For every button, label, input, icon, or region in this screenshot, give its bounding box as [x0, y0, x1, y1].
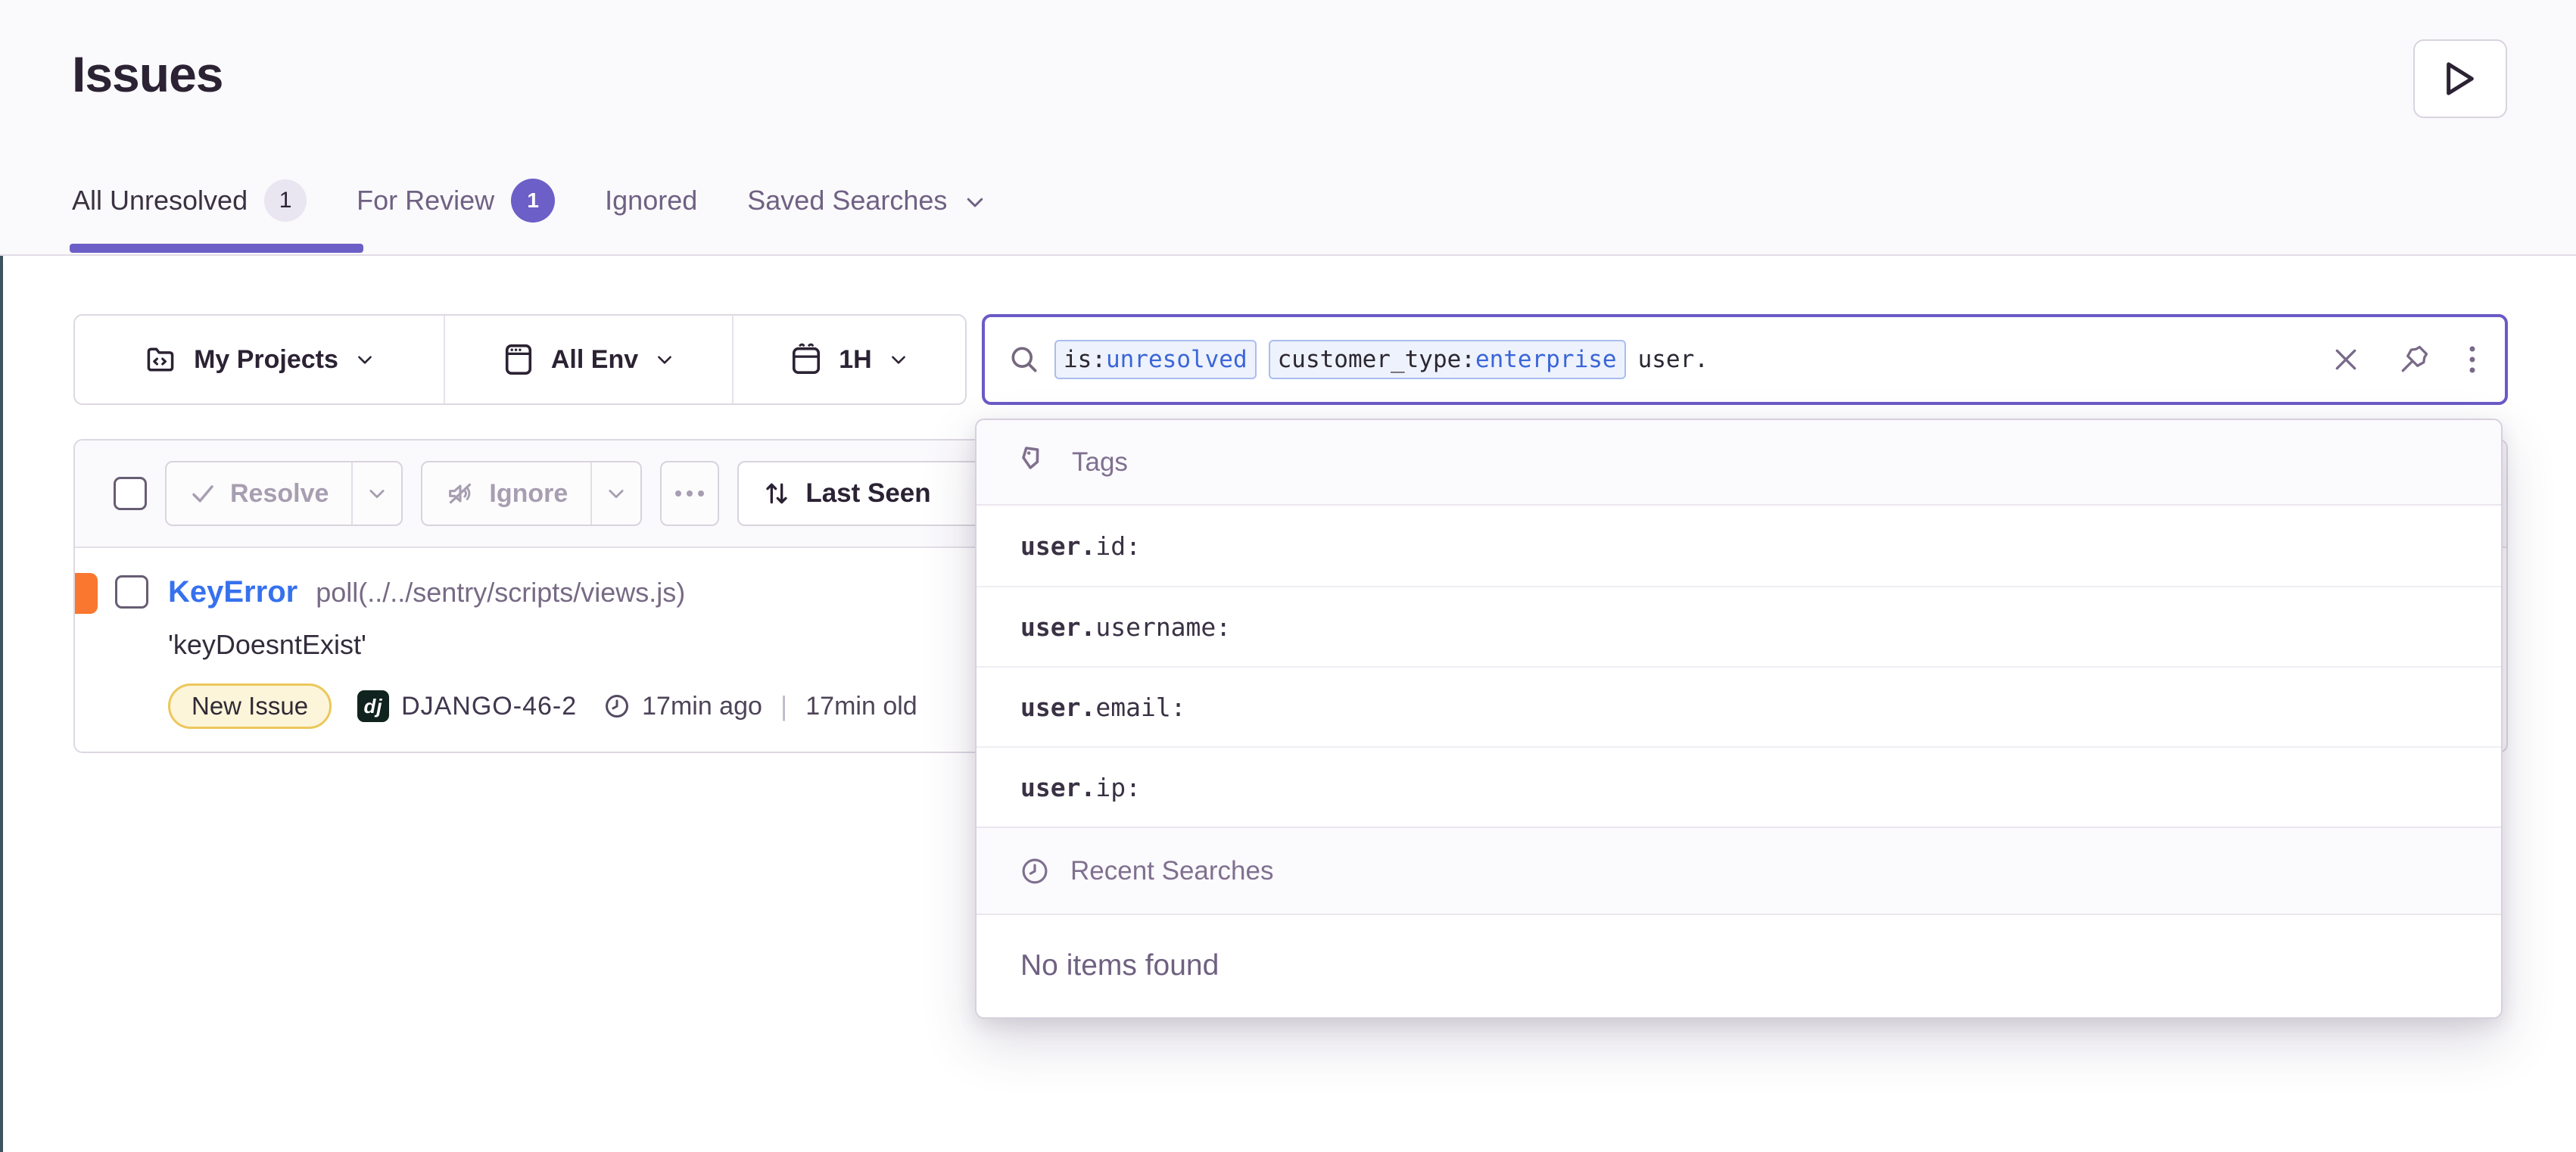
search-token[interactable]: is:unresolved [1054, 340, 1257, 379]
project-filter-dropdown[interactable]: My Projects [75, 316, 444, 403]
issue-title-link[interactable]: KeyError [168, 575, 297, 609]
page-title: Issues [72, 45, 223, 103]
resolve-dropdown-button[interactable] [351, 462, 401, 525]
autocomplete-item-user-ip[interactable]: user.ip: [977, 746, 2501, 827]
environment-filter-label: All Env [551, 345, 638, 375]
ignore-button-group: Ignore [421, 461, 642, 526]
sort-arrows-icon [762, 478, 792, 509]
tab-ignored[interactable]: Ignored [605, 185, 697, 216]
search-actions [2331, 343, 2482, 376]
issue-message: 'keyDoesntExist' [168, 629, 917, 661]
tab-label: Ignored [605, 185, 697, 216]
tab-all-unresolved[interactable]: All Unresolved 1 [72, 179, 307, 222]
resolve-button-group: Resolve [165, 461, 403, 526]
select-all-checkbox[interactable] [114, 477, 147, 510]
chevron-down-icon [889, 350, 908, 369]
tab-label: All Unresolved [72, 185, 248, 216]
short-id-label: DJANGO-46-2 [401, 692, 577, 721]
search-typed-text: user. [1638, 346, 1709, 373]
autocomplete-item-user-email[interactable]: user.email: [977, 666, 2501, 746]
resolve-label: Resolve [230, 479, 329, 509]
clock-icon [603, 692, 631, 721]
issue-age: 17min old [805, 692, 917, 721]
pin-search-button[interactable] [2397, 343, 2431, 376]
autocomplete-item-user-id[interactable]: user.id: [977, 506, 2501, 586]
project-short-id[interactable]: dj DJANGO-46-2 [357, 690, 577, 722]
search-token[interactable]: customer_type:enterprise [1269, 340, 1626, 379]
tag-icon [1019, 444, 1052, 481]
recent-header-label: Recent Searches [1070, 856, 1273, 886]
page-header: Issues All Unresolved 1 For Review 1 Ign… [0, 0, 2576, 256]
filter-bar: My Projects All Env [73, 314, 967, 405]
django-project-icon: dj [357, 690, 389, 722]
chevron-down-icon [655, 350, 674, 369]
time-range-dropdown[interactable]: 1H [732, 316, 965, 403]
project-filter-label: My Projects [194, 345, 338, 375]
tab-count-badge: 1 [264, 179, 307, 222]
issue-culprit: poll(../../sentry/scripts/views.js) [316, 577, 685, 609]
issue-checkbox[interactable] [115, 575, 148, 609]
tab-count-badge: 1 [511, 179, 555, 223]
clear-search-button[interactable] [2331, 344, 2361, 375]
autocomplete-item-user-username[interactable]: user.username: [977, 586, 2501, 666]
kebab-menu-icon [2467, 343, 2478, 376]
issue-timestamps: 17min ago | 17min old [603, 690, 917, 722]
search-menu-button[interactable] [2467, 343, 2478, 376]
ignore-label: Ignore [489, 479, 568, 509]
close-icon [2331, 344, 2361, 375]
resolve-button[interactable]: Resolve [167, 462, 351, 525]
active-tab-underline [70, 244, 363, 253]
replay-play-button[interactable] [2413, 39, 2507, 118]
issue-tabs: All Unresolved 1 For Review 1 Ignored Sa… [72, 179, 983, 223]
mute-icon [445, 478, 475, 509]
projects-icon [144, 343, 177, 376]
more-actions-button[interactable] [660, 461, 719, 526]
time-range-label: 1H [839, 345, 871, 375]
tab-label: For Review [357, 185, 494, 216]
pin-icon [2397, 343, 2431, 376]
chevron-down-icon [355, 350, 375, 369]
tab-saved-searches[interactable]: Saved Searches [747, 185, 983, 216]
issue-search-bar[interactable]: is:unresolved customer_type:enterprise u… [982, 314, 2508, 405]
ignore-button[interactable]: Ignore [422, 462, 590, 525]
tab-for-review[interactable]: For Review 1 [357, 179, 555, 223]
chevron-down-icon [964, 191, 983, 210]
issues-page: Issues All Unresolved 1 For Review 1 Ign… [0, 0, 2576, 1152]
search-icon [1008, 343, 1041, 376]
sort-label: Last Seen [805, 478, 930, 509]
environment-filter-dropdown[interactable]: All Env [444, 316, 732, 403]
recent-searches-header: Recent Searches [977, 827, 2501, 915]
tags-header-label: Tags [1072, 447, 1128, 478]
play-icon [2443, 60, 2478, 98]
checkmark-icon [189, 480, 216, 507]
search-query[interactable]: is:unresolved customer_type:enterprise u… [1054, 340, 2317, 379]
window-icon [503, 342, 534, 377]
no-items-found: No items found [977, 915, 2501, 1016]
ignore-dropdown-button[interactable] [590, 462, 640, 525]
new-issue-badge: New Issue [168, 683, 332, 729]
search-autocomplete-dropdown: Tags user.id: user.username: user.email:… [975, 419, 2503, 1019]
tags-section-header: Tags [977, 420, 2501, 506]
ellipsis-icon [675, 490, 681, 497]
calendar-icon [790, 342, 822, 377]
time-separator: | [773, 690, 795, 722]
issue-level-bar [75, 573, 98, 614]
last-seen-time: 17min ago [642, 692, 762, 721]
clock-icon [1019, 855, 1051, 887]
tab-label: Saved Searches [747, 185, 947, 216]
